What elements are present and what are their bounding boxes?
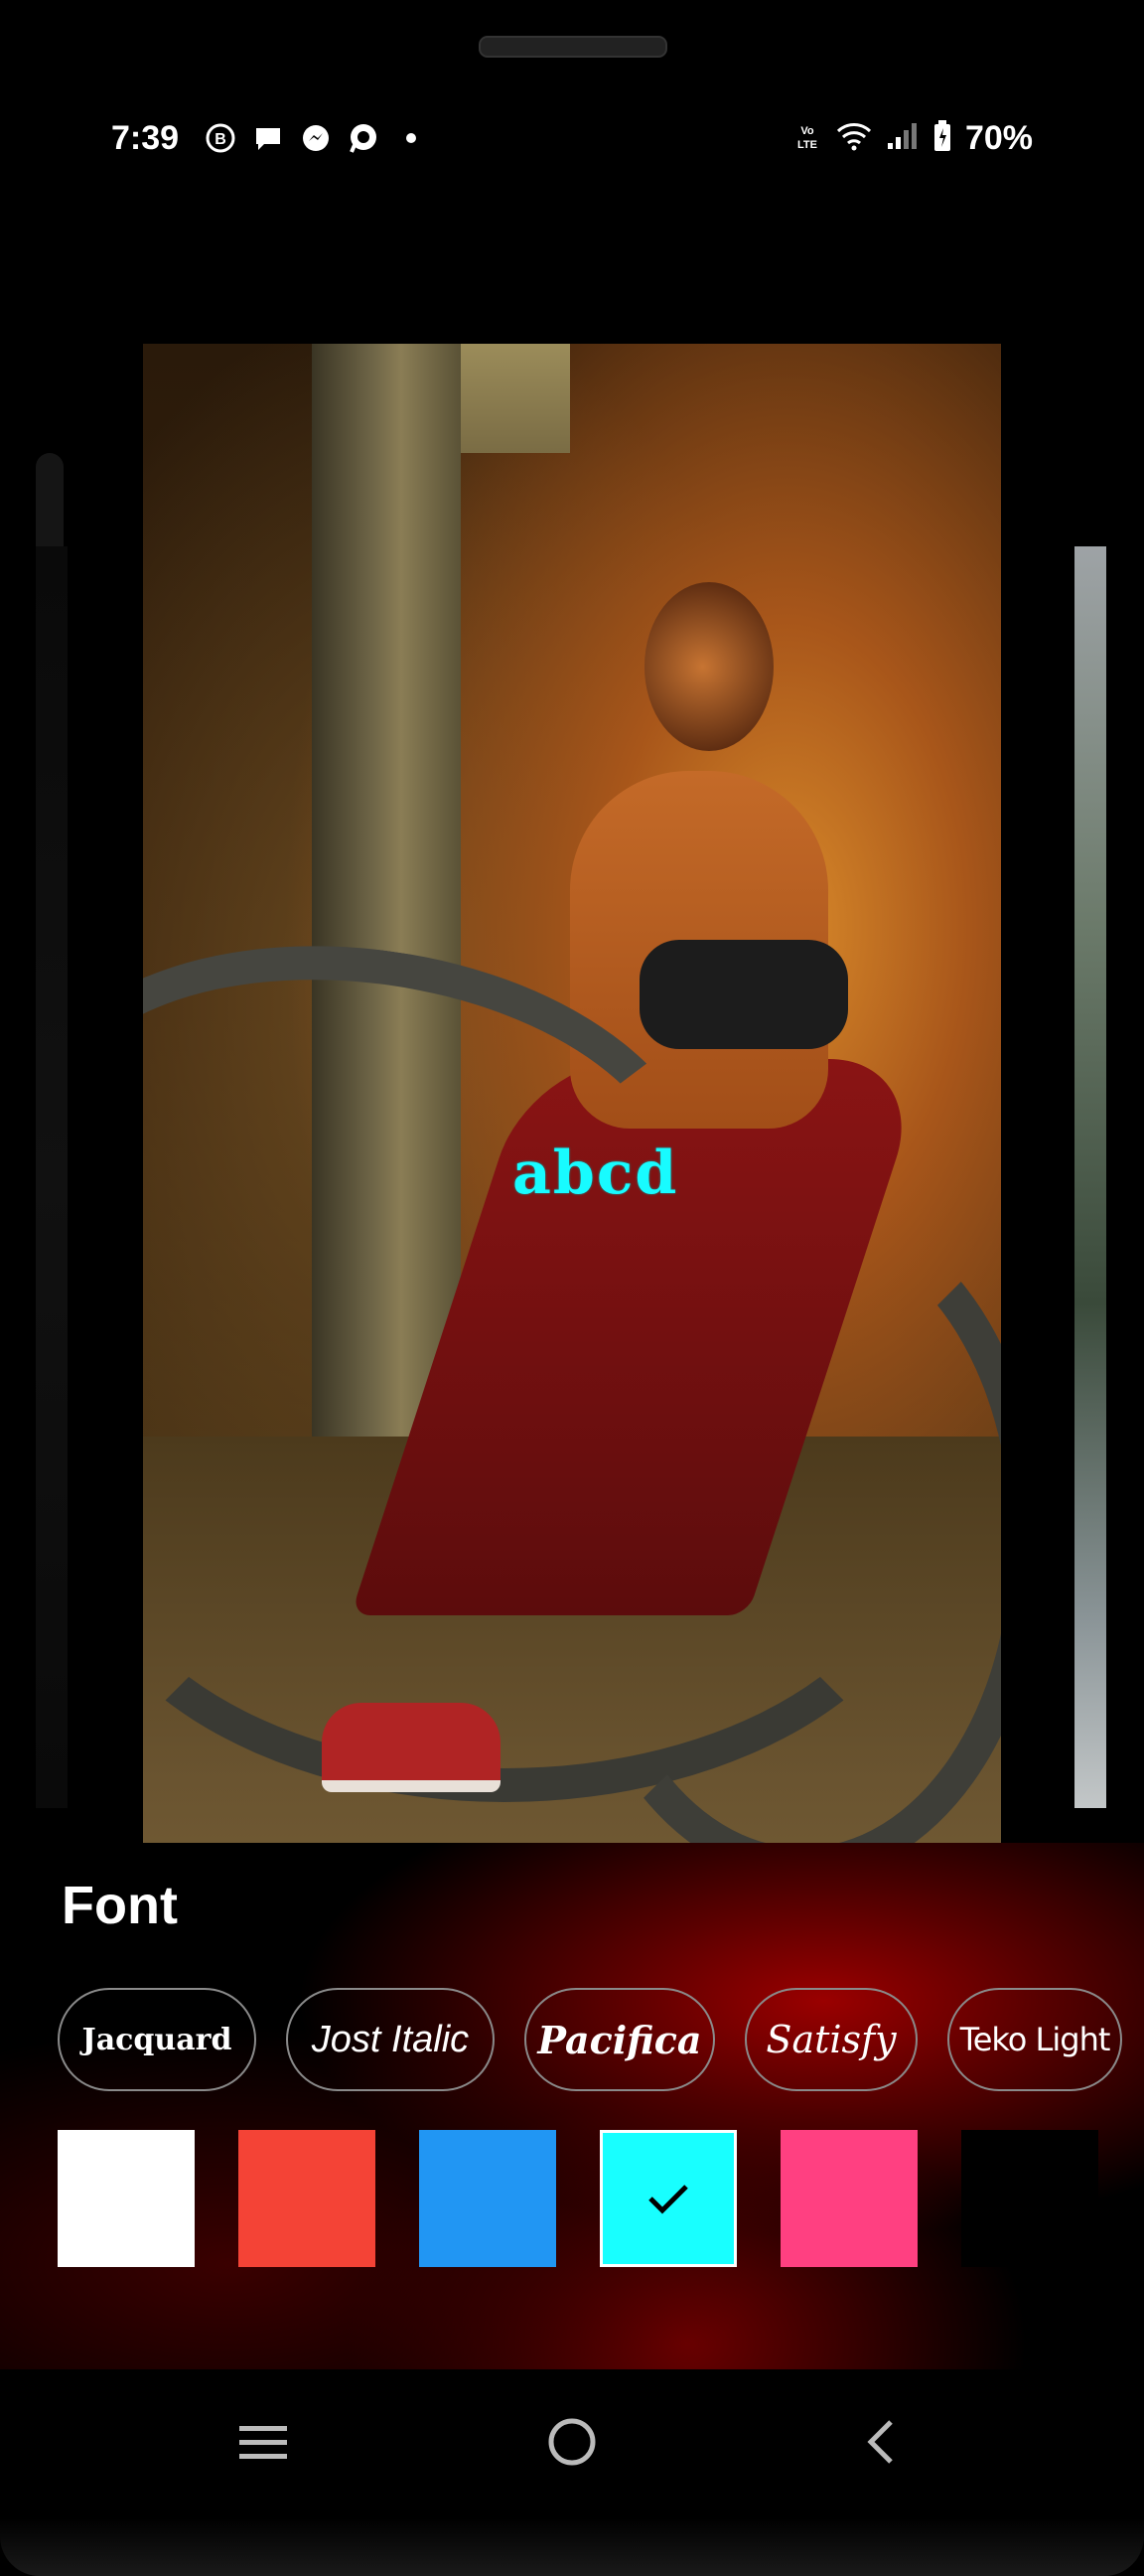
- background-photo[interactable]: abcd: [143, 344, 1001, 2011]
- battery-percent: 70%: [964, 119, 1033, 157]
- font-panel: Font Jacquard Jost Italic Pacifica Satis…: [0, 1843, 1144, 2369]
- back-icon[interactable]: [846, 2407, 916, 2477]
- panel-title: Font: [62, 1876, 178, 1935]
- font-option-pacifica[interactable]: Pacifica: [524, 1988, 715, 2091]
- color-swatch-pink[interactable]: [781, 2130, 918, 2267]
- chat-bubble-icon: [251, 121, 285, 155]
- svg-text:LTE: LTE: [797, 139, 817, 151]
- checkmark-icon: [648, 2185, 688, 2214]
- navigation-bar: [0, 2369, 1144, 2518]
- font-option-satisfy[interactable]: Satisfy: [745, 1988, 918, 2091]
- b-icon: B: [204, 121, 237, 155]
- photo-subject-head: [644, 582, 774, 751]
- color-swatch-red[interactable]: [238, 2130, 375, 2267]
- phone-screen: 7:39 B Vo LTE 70% abcd Font Jacquard Jos…: [0, 0, 1144, 2576]
- color-swatch-black[interactable]: [961, 2130, 1098, 2267]
- earpiece-speaker: [479, 36, 667, 58]
- color-swatch-white[interactable]: [58, 2130, 195, 2267]
- font-picker[interactable]: Jacquard Jost Italic Pacifica Satisfy Te…: [58, 1988, 1144, 2095]
- home-icon[interactable]: [537, 2407, 607, 2477]
- status-time: 7:39: [111, 119, 180, 157]
- font-option-teko-light[interactable]: Teko Light: [947, 1988, 1122, 2091]
- next-page-preview[interactable]: [1074, 546, 1106, 1808]
- photo-subject-top: [640, 940, 848, 1049]
- notification-icons: B: [204, 121, 428, 155]
- editor-canvas[interactable]: abcd: [0, 169, 1144, 2011]
- device-bezel: [0, 2518, 1144, 2576]
- color-swatch-blue[interactable]: [419, 2130, 556, 2267]
- font-option-jacquard[interactable]: Jacquard: [58, 1988, 256, 2091]
- svg-text:B: B: [214, 131, 226, 148]
- previous-page-preview[interactable]: [36, 546, 68, 1808]
- dot-icon: [394, 121, 428, 155]
- messenger-icon: [299, 121, 333, 155]
- wifi-icon: [836, 121, 872, 156]
- signal-icon: [886, 121, 920, 156]
- photo-shoe: [322, 1703, 500, 1792]
- battery-icon: [933, 120, 951, 157]
- volte-icon: Vo LTE: [792, 121, 822, 156]
- color-swatch-cyan[interactable]: [600, 2130, 737, 2267]
- recents-icon[interactable]: [228, 2407, 298, 2477]
- system-status-icons: Vo LTE 70%: [792, 119, 1033, 158]
- text-overlay[interactable]: abcd: [512, 1138, 678, 1208]
- svg-text:Vo: Vo: [800, 125, 814, 137]
- color-picker[interactable]: [58, 2130, 1144, 2267]
- font-option-jost-italic[interactable]: Jost Italic: [286, 1988, 495, 2091]
- status-bar: 7:39 B Vo LTE 70%: [0, 109, 1144, 169]
- whatsapp-icon: [347, 121, 380, 155]
